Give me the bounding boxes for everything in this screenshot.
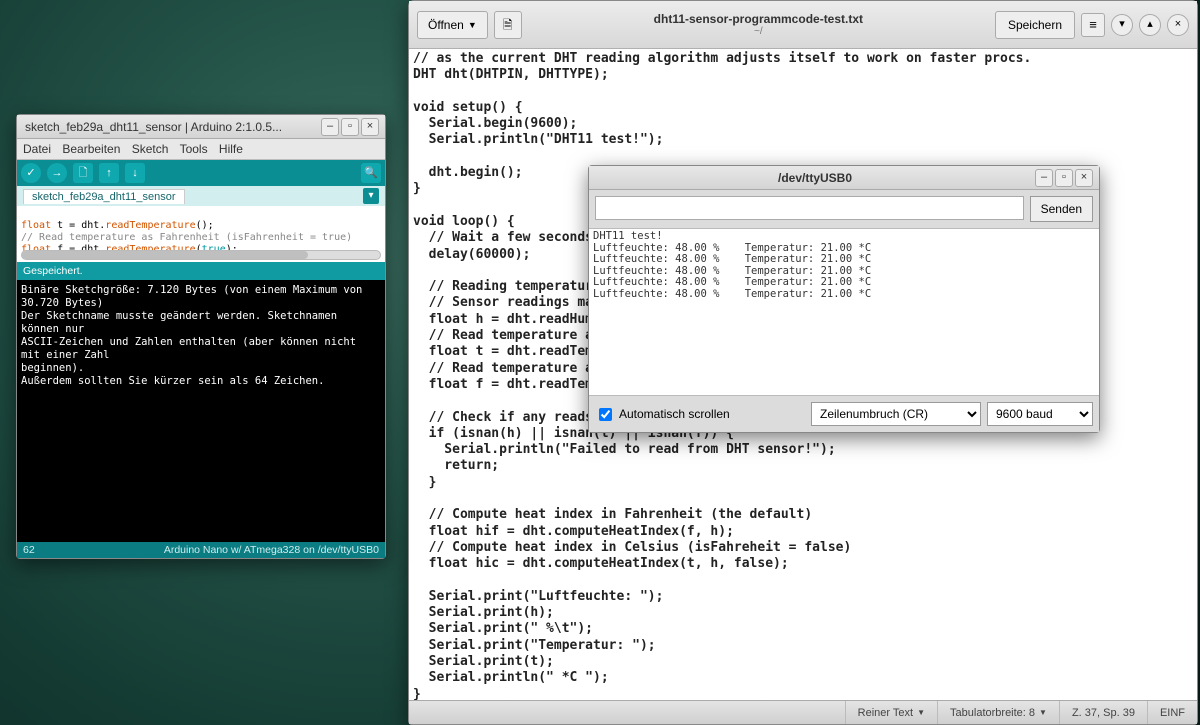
status-insert-mode: EINF: [1147, 701, 1197, 724]
new-document-button[interactable]: 🗎: [494, 11, 522, 39]
open-icon[interactable]: ↑: [99, 163, 119, 183]
open-button-label: Öffnen: [428, 18, 464, 32]
arduino-console[interactable]: Binäre Sketchgröße: 7.120 Bytes (von ein…: [17, 280, 385, 542]
save-icon[interactable]: ↓: [125, 163, 145, 183]
save-button[interactable]: Speichern: [995, 11, 1075, 39]
new-icon[interactable]: 🗋: [73, 163, 93, 183]
close-button[interactable]: ×: [1075, 169, 1093, 187]
tab-menu-icon[interactable]: ▾: [363, 188, 379, 204]
autoscroll-label: Automatisch scrollen: [619, 407, 730, 421]
arduino-footer: 62 Arduino Nano w/ ATmega328 on /dev/tty…: [17, 542, 385, 558]
hamburger-menu-icon[interactable]: ≡: [1081, 13, 1105, 37]
minimize-button[interactable]: –: [321, 118, 339, 136]
maximize-button[interactable]: ▴: [1139, 14, 1161, 36]
footer-line-number: 62: [23, 544, 35, 556]
arduino-toolbar: ✓ → 🗋 ↑ ↓ 🔍: [17, 160, 385, 186]
line-ending-select[interactable]: Zeilenumbruch (CR): [811, 402, 981, 426]
footer-board-port: Arduino Nano w/ ATmega328 on /dev/ttyUSB…: [164, 544, 379, 556]
upload-icon[interactable]: →: [47, 163, 67, 183]
sketch-tab[interactable]: sketch_feb29a_dht11_sensor: [23, 189, 185, 204]
chevron-down-icon: ▼: [1039, 708, 1047, 717]
status-language[interactable]: Reiner Text▼: [845, 701, 937, 724]
gedit-filename: dht11-sensor-programmcode-test.txt: [522, 12, 995, 26]
minimize-button[interactable]: –: [1035, 169, 1053, 187]
serial-titlebar: /dev/ttyUSB0 – ▫ ×: [589, 166, 1099, 190]
menu-datei[interactable]: Datei: [23, 142, 51, 156]
chevron-down-icon: ▼: [468, 20, 477, 30]
chevron-down-icon: ▼: [917, 708, 925, 717]
arduino-status: Gespeichert.: [17, 262, 385, 280]
gedit-title-area: dht11-sensor-programmcode-test.txt ~/: [522, 12, 995, 37]
send-button[interactable]: Senden: [1030, 196, 1093, 222]
minimize-button[interactable]: ▾: [1111, 14, 1133, 36]
arduino-title: sketch_feb29a_dht11_sensor | Arduino 2:1…: [23, 120, 321, 134]
menu-hilfe[interactable]: Hilfe: [219, 142, 243, 156]
verify-icon[interactable]: ✓: [21, 163, 41, 183]
serial-send-row: Senden: [589, 190, 1099, 229]
gedit-statusbar: Reiner Text▼ Tabulatorbreite: 8▼ Z. 37, …: [409, 700, 1197, 724]
serial-input[interactable]: [595, 196, 1024, 220]
serial-monitor-icon[interactable]: 🔍: [361, 163, 381, 183]
arduino-titlebar: sketch_feb29a_dht11_sensor | Arduino 2:1…: [17, 115, 385, 139]
menu-sketch[interactable]: Sketch: [132, 142, 169, 156]
serial-options: Automatisch scrollen Zeilenumbruch (CR) …: [589, 395, 1099, 432]
menu-tools[interactable]: Tools: [180, 142, 208, 156]
gedit-path: ~/: [522, 26, 995, 37]
serial-output[interactable]: DHT11 test! Luftfeuchte: 48.00 % Tempera…: [589, 229, 1099, 395]
arduino-editor[interactable]: float t = dht.readTemperature(); // Read…: [17, 206, 385, 262]
baud-select[interactable]: 9600 baud: [987, 402, 1093, 426]
close-button[interactable]: ×: [1167, 14, 1189, 36]
gedit-headerbar: Öffnen ▼ 🗎 dht11-sensor-programmcode-tes…: [409, 1, 1197, 49]
autoscroll-input[interactable]: [599, 408, 612, 421]
arduino-window: sketch_feb29a_dht11_sensor | Arduino 2:1…: [16, 114, 386, 559]
close-button[interactable]: ×: [361, 118, 379, 136]
status-cursor-pos: Z. 37, Sp. 39: [1059, 701, 1147, 724]
autoscroll-checkbox[interactable]: Automatisch scrollen: [595, 405, 730, 424]
serial-monitor-window: /dev/ttyUSB0 – ▫ × Senden DHT11 test! Lu…: [588, 165, 1100, 433]
horizontal-scrollbar[interactable]: [21, 250, 381, 260]
status-tabwidth[interactable]: Tabulatorbreite: 8▼: [937, 701, 1059, 724]
serial-title: /dev/ttyUSB0: [595, 171, 1035, 185]
maximize-button[interactable]: ▫: [341, 118, 359, 136]
arduino-tabbar: sketch_feb29a_dht11_sensor ▾: [17, 186, 385, 206]
open-button[interactable]: Öffnen ▼: [417, 11, 488, 39]
arduino-menubar: Datei Bearbeiten Sketch Tools Hilfe: [17, 139, 385, 160]
maximize-button[interactable]: ▫: [1055, 169, 1073, 187]
scrollbar-thumb[interactable]: [22, 251, 308, 259]
menu-bearbeiten[interactable]: Bearbeiten: [62, 142, 120, 156]
